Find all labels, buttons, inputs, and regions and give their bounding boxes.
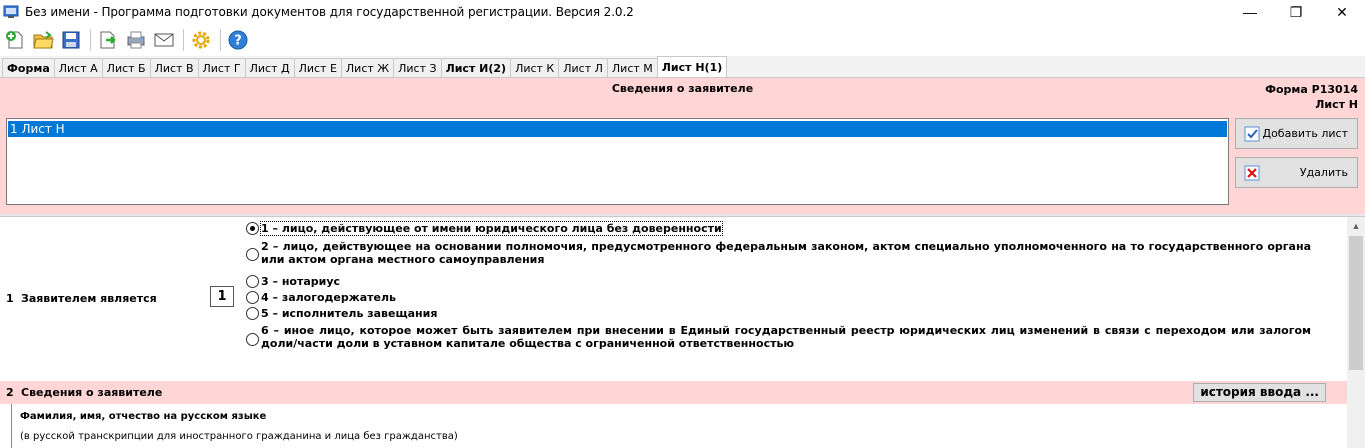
scroll-thumb[interactable] (1349, 236, 1363, 370)
svg-text:?: ? (234, 34, 242, 49)
applicant-option-3[interactable]: 3 – нотариус (246, 275, 1311, 288)
radio-button[interactable] (246, 222, 259, 235)
vertical-scrollbar[interactable]: ▲ (1347, 217, 1365, 448)
delete-icon (1244, 165, 1260, 181)
add-sheet-label: Добавить лист (1262, 127, 1348, 140)
toolbar: ? (0, 24, 1365, 56)
applicant-option-5[interactable]: 5 – исполнитель завещания (246, 307, 1311, 320)
new-document-icon[interactable] (2, 27, 28, 53)
applicant-option-1[interactable]: 1 – лицо, действующее от имени юридическ… (246, 221, 723, 236)
radio-button[interactable] (246, 307, 259, 320)
tab-sheet[interactable]: Лист Е (293, 58, 342, 77)
tab-sheet[interactable]: Лист В (149, 58, 199, 77)
delete-button[interactable]: Удалить (1235, 157, 1358, 188)
applicant-option-2[interactable]: 2 – лицо, действующее на основании полно… (246, 240, 1311, 266)
mail-icon[interactable] (151, 27, 177, 53)
applicant-option-4[interactable]: 4 – залогодержатель (246, 291, 1311, 304)
app-icon (3, 4, 19, 20)
fio-label: Фамилия, имя, отчество на русском языке (20, 411, 267, 422)
applicant-info-section: 2 Сведения о заявителе история ввода ... (0, 381, 1347, 404)
tab-sheet[interactable]: Лист К (510, 58, 560, 77)
fio-note: (в русской транскрипции для иностранного… (20, 431, 458, 442)
applicant-type-row: 1 Заявителем является 1 1 – лицо, действ… (0, 217, 1347, 381)
tab-sheet[interactable]: Лист Д (244, 58, 295, 77)
radio-button[interactable] (246, 291, 259, 304)
help-icon[interactable]: ? (225, 27, 251, 53)
option-label: 6 – иное лицо, которое может быть заявит… (261, 324, 1311, 350)
sheet-tabs: Форма Лист А Лист Б Лист В Лист Г Лист Д Лист … (2, 56, 728, 78)
export-icon[interactable] (95, 27, 121, 53)
tab-sheet[interactable]: Лист Н(1) (656, 56, 728, 77)
option-label: 5 – исполнитель завещания (261, 307, 438, 320)
title-bar: Без имени - Программа подготовки докумен… (0, 0, 1365, 24)
sheet-code: Лист Н (1315, 98, 1358, 111)
tab-sheet[interactable]: Лист А (53, 58, 103, 77)
tab-sheet[interactable]: Лист Б (101, 58, 151, 77)
field-number: 1 (6, 292, 14, 305)
settings-gear-icon[interactable] (188, 27, 214, 53)
radio-button[interactable] (246, 333, 259, 346)
add-sheet-button[interactable]: Добавить лист (1235, 118, 1358, 149)
applicant-type-label: Заявителем является (21, 292, 157, 305)
field-number: 2 (6, 386, 14, 399)
toolbar-separator (183, 29, 184, 51)
sheet-list[interactable]: 1 Лист Н (6, 118, 1229, 205)
section-title: Сведения о заявителе (611, 82, 754, 95)
option-label: 2 – лицо, действующее на основании полно… (261, 240, 1311, 266)
open-folder-icon[interactable] (30, 27, 56, 53)
option-label: 4 – залогодержатель (261, 291, 396, 304)
tab-sheet[interactable]: Лист З (393, 58, 442, 77)
radio-button[interactable] (246, 275, 259, 288)
sheet-tabs-bar: Форма Лист А Лист Б Лист В Лист Г Лист Д Лист … (0, 56, 1365, 78)
tab-sheet[interactable]: Лист М (606, 58, 658, 77)
tab-sheet[interactable]: Лист Г (197, 58, 246, 77)
option-label: 1 – лицо, действующее от имени юридическ… (260, 221, 723, 236)
sheet-list-item[interactable]: 1 Лист Н (8, 121, 1227, 137)
save-icon[interactable] (58, 27, 84, 53)
form-content: 1 Заявителем является 1 1 – лицо, действ… (0, 217, 1347, 448)
maximize-button[interactable]: ❐ (1273, 0, 1319, 24)
applicant-type-code-input[interactable]: 1 (210, 286, 234, 307)
tab-sheet[interactable]: Лист Л (558, 58, 608, 77)
tab-sheet[interactable]: Лист Ж (340, 58, 395, 77)
toolbar-separator (90, 29, 91, 51)
form-code: Форма Р13014 Лист Н (1265, 82, 1358, 112)
scroll-up-icon[interactable]: ▲ (1347, 217, 1365, 234)
tab-sheet[interactable]: Лист И(2) (440, 58, 512, 77)
minimize-button[interactable]: — (1227, 0, 1273, 24)
radio-button[interactable] (246, 248, 259, 261)
add-sheet-icon (1244, 126, 1260, 142)
window-title: Без имени - Программа подготовки докумен… (25, 5, 634, 19)
tab-sheet[interactable]: Форма (2, 58, 55, 77)
toolbar-separator (220, 29, 221, 51)
input-history-button[interactable]: история ввода ... (1193, 383, 1326, 402)
form-number: Форма Р13014 (1265, 83, 1358, 96)
delete-label: Удалить (1299, 166, 1348, 179)
close-button[interactable]: ✕ (1319, 0, 1365, 24)
applicant-option-6[interactable]: 6 – иное лицо, которое может быть заявит… (246, 324, 1311, 350)
fio-block: Фамилия, имя, отчество на русском языке … (11, 404, 1347, 448)
window-controls: — ❐ ✕ (1227, 0, 1365, 24)
section-label: Сведения о заявителе (21, 386, 163, 399)
print-icon[interactable] (123, 27, 149, 53)
form-header: Сведения о заявителе Форма Р13014 Лист Н… (0, 78, 1365, 214)
option-label: 3 – нотариус (261, 275, 341, 288)
